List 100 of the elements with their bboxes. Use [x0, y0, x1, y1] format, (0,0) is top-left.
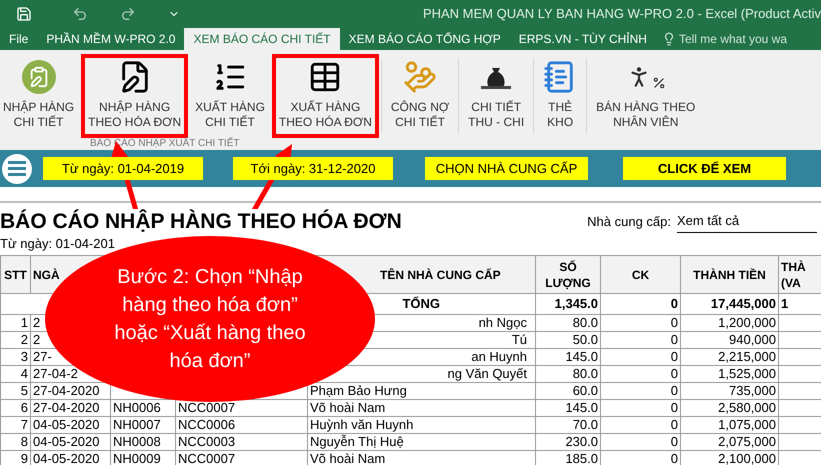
supplier-label: Nhà cung cấp: [587, 212, 671, 231]
table-cell: 80.0 [572, 366, 598, 381]
table-cell: 04-05-2020 [33, 417, 100, 432]
table-cell: 8 [20, 434, 28, 449]
hand-coins-icon [403, 60, 438, 94]
ribbon-button[interactable]: XUẤT HÀNG CHI TIẾT [188, 54, 272, 138]
table-cell: NH0009 [113, 451, 161, 465]
table-cell: 60.0 [572, 383, 598, 398]
ribbon-button[interactable]: XUẤT HÀNG THEO HÓA ĐƠN [272, 54, 379, 138]
ribbon-button[interactable]: NHẬP HÀNG THEO HÓA ĐƠN [81, 54, 188, 138]
ribbon-button[interactable]: BÁN HÀNG THEO NHÂN VIÊN [589, 54, 702, 138]
ribbon-button[interactable]: THẺ KHO [536, 54, 584, 138]
table-cell: 2 [33, 315, 40, 330]
column-header: NGÀ [33, 268, 60, 282]
total-cell: 1,345.0 [554, 296, 598, 312]
from-date-field[interactable]: Từ ngày: 01-04-2019 [43, 157, 203, 180]
table-cell: 7 [20, 417, 28, 432]
table-cell: Tú [512, 332, 527, 347]
ribbon-button[interactable]: NHẬP HÀNG CHI TIẾT [0, 54, 82, 138]
table-cell: NCC0007 [178, 400, 236, 415]
table-cell: 6 [20, 400, 28, 415]
table-cell: 1,075,000 [718, 417, 776, 432]
ribbon-tab[interactable]: XEM BÁO CÁO TỔNG HỢP [340, 28, 510, 50]
table-cell: 0 [670, 315, 678, 330]
window-title: PHAN MEM QUAN LY BAN HANG W-PRO 2.0 - Excel (Product Activ [422, 5, 821, 24]
table-cell: 27-04-2 [33, 366, 78, 381]
column-header: THÀNH TIỀN [693, 268, 766, 282]
table-cell: NCC0006 [178, 417, 236, 432]
tell-me-field[interactable]: Tell me what you wa [678, 28, 821, 50]
column-header: SỐ LƯỢNG [545, 260, 591, 290]
table-cell: an Huynh [471, 349, 527, 364]
table-cell: NH0007 [113, 417, 161, 432]
undo-icon[interactable] [72, 6, 88, 22]
redo-icon[interactable] [120, 6, 136, 22]
ribbon-tab[interactable]: ERPS.VN - TÙY CHỈNH [510, 28, 656, 50]
clipboard-pencil-icon [22, 60, 56, 94]
ribbon-button[interactable]: CÔNG NỢ CHI TIẾT [384, 54, 456, 138]
table-cell: 2,075,000 [718, 434, 776, 449]
table-cell: 4 [20, 366, 28, 381]
table-cell: 145.0 [565, 400, 598, 415]
table-cell: Huỳnh văn Huynh [310, 417, 414, 432]
table-cell: 0 [670, 451, 678, 465]
menu-icon[interactable] [2, 154, 32, 184]
column-header: THÀ (VA [781, 260, 806, 290]
column-header: TÊN NHÀ CUNG CẤP [380, 268, 501, 282]
table-cell: nh Ngọc [478, 315, 527, 330]
ribbon-button[interactable]: CHI TIẾT THU - CHI [461, 54, 532, 138]
save-icon[interactable] [16, 6, 32, 22]
report-title: BÁO CÁO NHẬP HÀNG THEO HÓA ĐƠN [0, 209, 402, 235]
table-cell: 0 [670, 417, 678, 432]
supplier-button[interactable]: CHỌN NHÀ CUNG CẤP [425, 157, 588, 180]
table-cell: 27-04-2020 [33, 383, 100, 398]
table-cell: ng Văn Quyết [448, 366, 527, 381]
total-cell: 17,445,000 [710, 296, 776, 312]
report-subtitle: Từ ngày: 01-04-201 [0, 235, 115, 254]
table-cell: 0 [670, 332, 678, 347]
table-cell: 735,000 [729, 383, 776, 398]
table-cell: 5 [20, 383, 28, 398]
table-cell: Nguyễn Thị Huệ [310, 434, 404, 449]
table-cell: 0 [670, 349, 678, 364]
table-cell: 27-04-2020 [33, 400, 100, 415]
table-cell: NCC0003 [178, 434, 236, 449]
table-cell: Võ hoài Nam [310, 451, 386, 465]
view-button[interactable]: CLICK ĐỂ XEM [623, 157, 786, 180]
table-cell: 3 [20, 349, 28, 364]
table-cell: 0 [670, 383, 678, 398]
table-cell: 1 [20, 315, 28, 330]
table-cell: 1,525,000 [718, 366, 776, 381]
ribbon-tab[interactable]: File [0, 28, 38, 50]
ribbon-tab[interactable]: XEM BÁO CÁO CHI TIẾT [184, 28, 340, 50]
total-cell: 1 [781, 296, 788, 312]
total-cell: 0 [670, 296, 678, 312]
table-cell: 70.0 [572, 417, 598, 432]
supplier-value: Xem tất cả [677, 210, 817, 233]
table-cell: 0 [670, 366, 678, 381]
table-cell: 50.0 [572, 332, 598, 347]
table-cell: 27- [33, 349, 52, 364]
to-date-field[interactable]: Tới ngày: 31-12-2020 [233, 157, 393, 180]
table-cell: 145.0 [565, 349, 598, 364]
ribbon-tab[interactable]: PHẦN MỀM W-PRO 2.0 [37, 28, 184, 50]
table-cell: 185.0 [565, 451, 598, 465]
table-cell: 04-05-2020 [33, 451, 100, 465]
column-header: CK [632, 268, 650, 282]
table-cell: 0 [670, 400, 678, 415]
table-cell: 2,100,000 [718, 451, 776, 465]
callout-text: Bước 2: Chọn “Nhập hàng theo hóa đơn” hoặc “Xuất hàng theo hóa đơn” [113, 265, 307, 374]
table-cell: 2 [20, 332, 28, 347]
table-cell: 9 [20, 451, 28, 465]
table-cell: NH0008 [113, 434, 161, 449]
table-cell: 2,215,000 [718, 349, 776, 364]
table-cell: 80.0 [572, 315, 598, 330]
table-cell: Phạm Bảo Hưng [310, 383, 407, 398]
table-cell: 1,200,000 [718, 315, 776, 330]
table-cell: 0 [670, 434, 678, 449]
table-cell: 940,000 [729, 332, 776, 347]
table-cell: Võ hoài Nam [310, 400, 386, 415]
table-cell: 2 [33, 332, 40, 347]
table-cell: 2,580,000 [718, 400, 776, 415]
table-cell: NCC0007 [178, 451, 236, 465]
total-label: TỔNG [402, 296, 440, 311]
